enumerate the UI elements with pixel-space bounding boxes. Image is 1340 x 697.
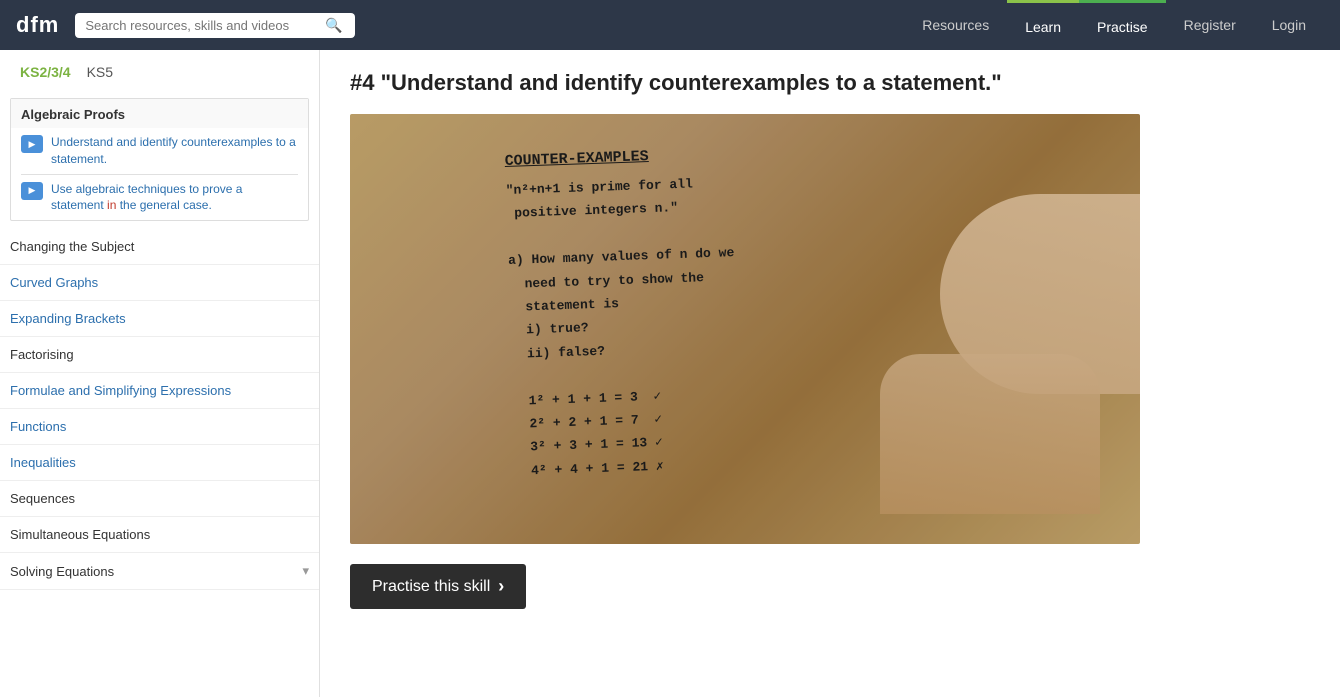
hands-bottom-decoration [880,354,1100,514]
nav-learn[interactable]: Learn [1007,0,1079,50]
sidebar-item-formulae[interactable]: Formulae and Simplifying Expressions [0,373,319,409]
sidebar-item-curved[interactable]: Curved Graphs [0,265,319,301]
nav-practise[interactable]: Practise [1079,0,1166,50]
practise-skill-button[interactable]: Practise this skill › [350,564,526,609]
practise-skill-label: Practise this skill [372,578,490,596]
breadcrumb: KS2/3/4 KS5 [0,50,319,90]
video-item-1[interactable]: Understand and identify counterexamples … [11,128,308,174]
play-icon-2 [21,182,43,200]
sidebar-item-sequences[interactable]: Sequences [0,481,319,517]
practise-chevron-icon: › [498,576,504,597]
topic-section-algebraic-proofs: Algebraic Proofs Understand and identify… [10,98,309,221]
video-item-2-text: Use algebraic techniques to prove a stat… [51,181,298,215]
search-input[interactable] [85,18,325,33]
sidebar-item-functions[interactable]: Functions [0,409,319,445]
breadcrumb-ks5[interactable]: KS5 [87,64,113,80]
photo-text-overlay: COUNTER-EXAMPLES "n²+n+1 is prime for al… [504,140,742,483]
content-area: #4 "Understand and identify counterexamp… [320,50,1340,697]
navbar-links: Resources Learn Practise Register Login [904,0,1324,50]
main-layout: KS2/3/4 KS5 Algebraic Proofs Understand … [0,50,1340,697]
sidebar-item-solving[interactable]: Solving Equations ▾ [0,553,319,590]
sidebar-item-changing[interactable]: Changing the Subject [0,229,319,265]
breadcrumb-ks234[interactable]: KS2/3/4 [20,64,71,80]
navbar: dfm 🔍 Resources Learn Practise Register … [0,0,1340,50]
content-image: COUNTER-EXAMPLES "n²+n+1 is prime for al… [350,114,1140,544]
search-bar[interactable]: 🔍 [75,13,355,38]
play-icon-1 [21,135,43,153]
sidebar-item-inequalities[interactable]: Inequalities [0,445,319,481]
search-icon: 🔍 [325,17,342,34]
topic-section-title[interactable]: Algebraic Proofs [11,99,308,128]
content-title: #4 "Understand and identify counterexamp… [350,70,1310,96]
site-logo[interactable]: dfm [16,12,59,38]
sidebar-item-simultaneous[interactable]: Simultaneous Equations [0,517,319,553]
sidebar: KS2/3/4 KS5 Algebraic Proofs Understand … [0,50,320,697]
video-item-1-text: Understand and identify counterexamples … [51,134,298,168]
nav-resources[interactable]: Resources [904,0,1007,50]
sidebar-scroll-indicator: ▾ [302,563,309,579]
sidebar-item-expanding[interactable]: Expanding Brackets [0,301,319,337]
video-item-2[interactable]: Use algebraic techniques to prove a stat… [11,175,308,221]
nav-register[interactable]: Register [1166,0,1254,50]
sidebar-item-factorising[interactable]: Factorising [0,337,319,373]
sidebar-item-solving-label: Solving Equations [10,564,114,579]
nav-login[interactable]: Login [1254,0,1324,50]
